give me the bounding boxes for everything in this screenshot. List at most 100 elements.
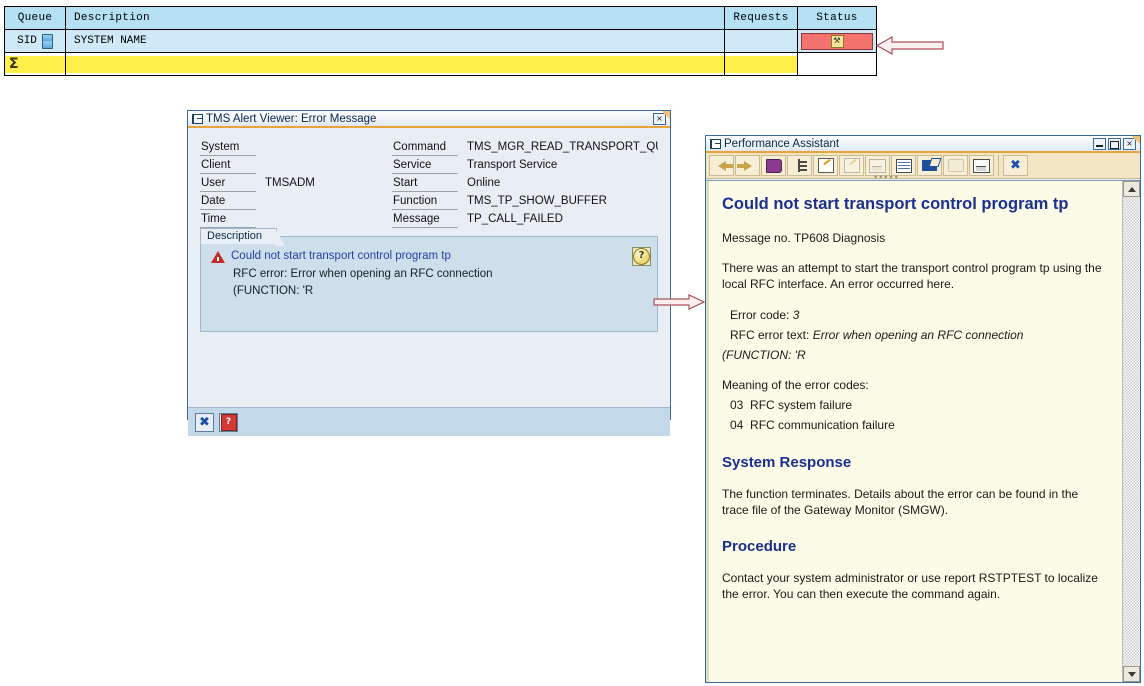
cell-total-sigma[interactable]: Σ bbox=[4, 52, 66, 76]
pa-code-number: 04 bbox=[730, 418, 744, 433]
tms-window-titlebar[interactable]: TMS Alert Viewer: Error Message × bbox=[188, 111, 670, 128]
table-header-row: Queue Description Requests Status bbox=[4, 6, 877, 30]
column-header-requests[interactable]: Requests bbox=[724, 6, 798, 30]
error-warning-icon bbox=[211, 251, 225, 263]
field-value-client[interactable] bbox=[264, 156, 384, 174]
close-assistant-icon[interactable]: ✖ bbox=[1003, 155, 1028, 176]
field-label-function: Function bbox=[392, 192, 458, 210]
pa-minimize-button[interactable] bbox=[1093, 137, 1106, 150]
tms-window-title: TMS Alert Viewer: Error Message bbox=[206, 112, 377, 125]
pa-system-response-heading: System Response bbox=[722, 453, 852, 471]
status-badge[interactable]: ⚒ bbox=[801, 32, 873, 50]
cell-requests[interactable] bbox=[724, 29, 798, 53]
field-value-function[interactable]: TMS_TP_SHOW_BUFFER bbox=[466, 192, 658, 210]
field-label-system: System bbox=[200, 138, 256, 156]
field-label-message: Message bbox=[392, 210, 458, 228]
pa-heading: Could not start transport control progra… bbox=[722, 195, 1069, 213]
scroll-up-button[interactable] bbox=[1123, 181, 1140, 197]
help-button[interactable]: ? bbox=[219, 412, 238, 432]
field-label-start: Start bbox=[392, 174, 458, 192]
pa-error-code-line: Error code: 3 bbox=[730, 307, 1106, 323]
application-help-tree-icon[interactable] bbox=[787, 155, 812, 176]
tms-dialog-footer: ✖ ? bbox=[188, 407, 670, 436]
table-total-row: Σ bbox=[4, 52, 877, 76]
titlebar-corner-decoration bbox=[1122, 136, 1140, 153]
cell-status[interactable]: ⚒ bbox=[797, 29, 877, 53]
scroll-down-button[interactable] bbox=[1123, 666, 1140, 682]
pa-error-code-value: 3 bbox=[792, 307, 800, 322]
cell-total-requests bbox=[724, 52, 798, 76]
pa-code-item: 04 RFC communication failure bbox=[730, 417, 1106, 433]
field-label-time: Time bbox=[200, 210, 256, 228]
field-value-date[interactable] bbox=[264, 192, 384, 210]
field-value-message[interactable]: TP_CALL_FAILED bbox=[466, 210, 658, 228]
transport-queue-table: Queue Description Requests Status SID SY… bbox=[4, 6, 877, 76]
status-alert-icon: ⚒ bbox=[830, 34, 844, 48]
cell-total-description bbox=[65, 52, 725, 76]
pa-error-code-label: Error code: bbox=[730, 307, 790, 322]
error-headline-link[interactable]: Could not start transport control progra… bbox=[231, 250, 451, 262]
annotation-arrow-to-status bbox=[876, 36, 944, 55]
close-x-icon: ✖ bbox=[199, 414, 210, 430]
note-edit-icon[interactable] bbox=[813, 155, 838, 176]
technical-info-icon bbox=[839, 155, 864, 176]
back-icon[interactable] bbox=[709, 155, 734, 176]
pa-procedure-text: Contact your system administrator or use… bbox=[722, 571, 1098, 602]
field-value-service[interactable]: Transport Service bbox=[466, 156, 658, 174]
cell-description[interactable]: SYSTEM NAME bbox=[65, 29, 725, 53]
glossary-book-icon[interactable] bbox=[761, 155, 786, 176]
print-icon[interactable] bbox=[969, 155, 994, 176]
field-label-client: Client bbox=[200, 156, 256, 174]
pa-system-response-text: The function terminates. Details about t… bbox=[722, 486, 1079, 517]
window-menu-icon[interactable] bbox=[710, 138, 721, 149]
field-label-date: Date bbox=[200, 192, 256, 210]
tms-alert-viewer-window: TMS Alert Viewer: Error Message × System… bbox=[187, 110, 671, 436]
field-value-start[interactable]: Online bbox=[466, 174, 658, 192]
field-value-time[interactable] bbox=[264, 210, 384, 228]
field-label-service: Service bbox=[392, 156, 458, 174]
column-header-description[interactable]: Description bbox=[65, 6, 725, 30]
field-label-user: User bbox=[200, 174, 256, 192]
cancel-button[interactable]: ✖ bbox=[195, 412, 214, 432]
pa-code-number: 03 bbox=[730, 398, 744, 413]
column-header-queue[interactable]: Queue bbox=[4, 6, 66, 30]
field-value-command[interactable]: TMS_MGR_READ_TRANSPORT_QUE... bbox=[466, 138, 658, 156]
field-value-user[interactable]: TMSADM bbox=[264, 174, 384, 192]
display-screen-icon bbox=[943, 155, 968, 176]
tms-field-grid: System Command TMS_MGR_READ_TRANSPORT_QU… bbox=[200, 138, 658, 228]
pa-rfc-error-cont: (FUNCTION: 'R bbox=[722, 347, 806, 362]
pa-rfc-error-line: RFC error text: Error when opening an RF… bbox=[730, 327, 1106, 343]
create-note-icon[interactable] bbox=[917, 155, 942, 176]
pa-procedure-heading: Procedure bbox=[722, 538, 797, 556]
pa-rfc-error-label: RFC error text: bbox=[730, 327, 810, 342]
field-label-command: Command bbox=[392, 138, 458, 156]
window-menu-icon[interactable] bbox=[192, 113, 203, 124]
table-row[interactable]: SID SYSTEM NAME ⚒ bbox=[4, 29, 877, 53]
titlebar-corner-decoration bbox=[652, 111, 670, 128]
pa-code-item: 03 RFC system failure bbox=[730, 397, 1106, 413]
pa-message-number: Message no. TP608 Diagnosis bbox=[722, 230, 886, 245]
cell-queue-sid[interactable]: SID bbox=[4, 29, 66, 53]
tms-dialog-body: System Command TMS_MGR_READ_TRANSPORT_QU… bbox=[188, 128, 670, 436]
pa-diagnosis-text: There was an attempt to start the transp… bbox=[722, 261, 1102, 292]
annotation-arrow-to-assistant bbox=[653, 294, 705, 310]
pa-codes-intro: Meaning of the error codes: bbox=[722, 378, 869, 393]
screen-root: Queue Description Requests Status SID SY… bbox=[0, 0, 1144, 686]
pa-help-document: Could not start transport control progra… bbox=[706, 181, 1122, 682]
column-header-status[interactable]: Status bbox=[797, 6, 877, 30]
pa-vertical-scrollbar[interactable] bbox=[1122, 181, 1140, 682]
pa-rfc-error-value: Error when opening an RFC connection bbox=[812, 327, 1024, 342]
field-value-system[interactable] bbox=[264, 138, 384, 156]
description-tab-label: Description bbox=[200, 228, 286, 246]
pa-toolbar: ✖ ••••• bbox=[706, 153, 1140, 182]
pa-window-title: Performance Assistant bbox=[724, 137, 840, 150]
pa-window-titlebar[interactable]: Performance Assistant × bbox=[706, 136, 1140, 153]
server-icon bbox=[41, 33, 53, 49]
question-mark-icon: ? bbox=[633, 248, 650, 265]
cell-total-status bbox=[797, 52, 877, 76]
forward-icon[interactable] bbox=[735, 155, 760, 176]
pa-maximize-button[interactable] bbox=[1108, 137, 1121, 150]
toolbar-separator bbox=[995, 155, 1002, 176]
long-text-help-button[interactable]: ? bbox=[632, 247, 651, 266]
performance-assistant-window: Performance Assistant × ✖ ••••• bbox=[705, 135, 1141, 683]
